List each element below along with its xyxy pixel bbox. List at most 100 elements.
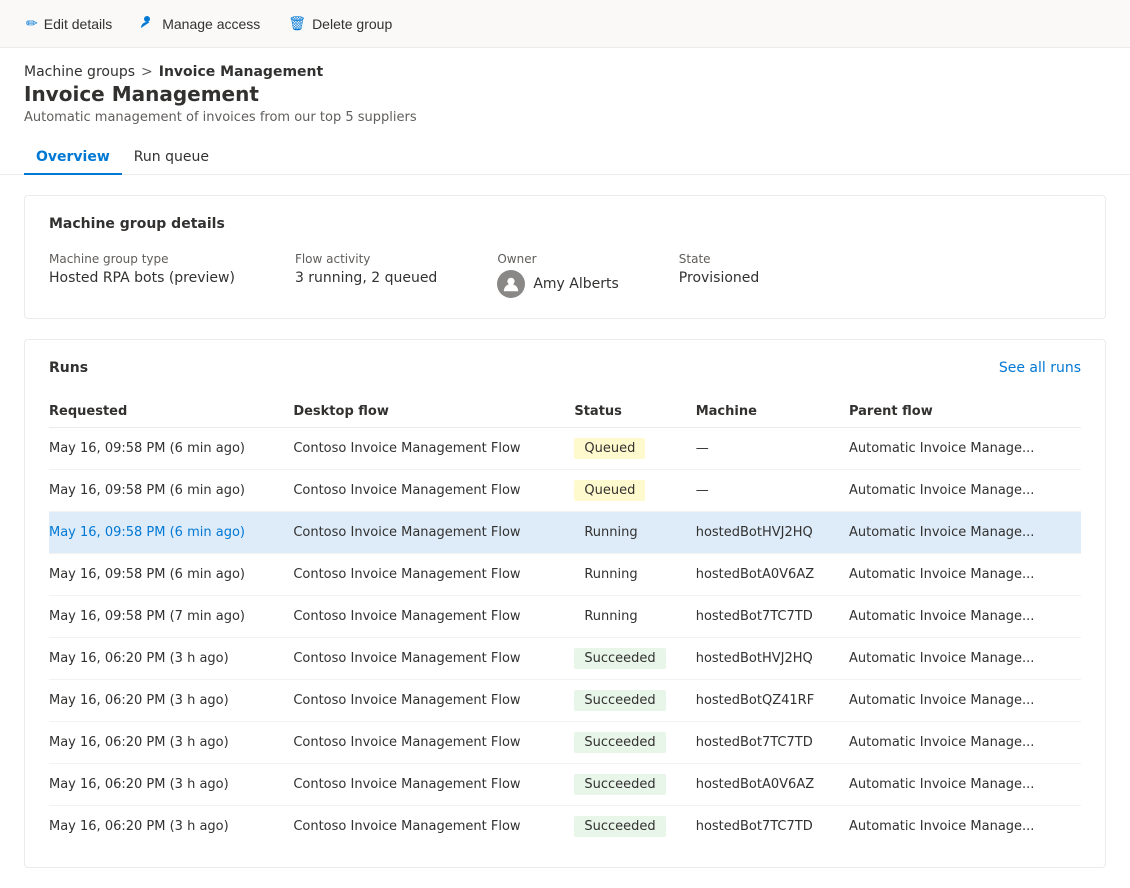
cell-status: Running	[574, 596, 695, 638]
col-status: Status	[574, 396, 695, 428]
cell-desktop-flow: Contoso Invoice Management Flow	[293, 806, 574, 848]
cell-parent-flow: Automatic Invoice Manage...	[849, 470, 1081, 512]
cell-status: Succeeded	[574, 722, 695, 764]
tab-overview[interactable]: Overview	[24, 141, 122, 175]
cell-status: Succeeded	[574, 680, 695, 722]
flow-activity-value: 3 running, 2 queued	[295, 270, 437, 286]
cell-requested: May 16, 06:20 PM (3 h ago)	[49, 638, 293, 680]
table-row[interactable]: May 16, 06:20 PM (3 h ago)Contoso Invoic…	[49, 722, 1081, 764]
owner-container: Amy Alberts	[497, 270, 618, 298]
col-parent-flow: Parent flow	[849, 396, 1081, 428]
cell-machine: hostedBotQZ41RF	[696, 680, 849, 722]
see-all-runs-link[interactable]: See all runs	[999, 360, 1081, 376]
breadcrumb-parent-link[interactable]: Machine groups	[24, 64, 135, 80]
details-state: State Provisioned	[679, 252, 760, 286]
cell-parent-flow: Automatic Invoice Manage...	[849, 596, 1081, 638]
cell-parent-flow: Automatic Invoice Manage...	[849, 512, 1081, 554]
table-row[interactable]: May 16, 06:20 PM (3 h ago)Contoso Invoic…	[49, 680, 1081, 722]
cell-machine: hostedBot7TC7TD	[696, 806, 849, 848]
state-label: State	[679, 252, 760, 266]
table-row[interactable]: May 16, 09:58 PM (6 min ago)Contoso Invo…	[49, 470, 1081, 512]
requested-link[interactable]: May 16, 09:58 PM (6 min ago)	[49, 525, 245, 540]
col-requested: Requested	[49, 396, 293, 428]
cell-parent-flow: Automatic Invoice Manage...	[849, 722, 1081, 764]
avatar	[497, 270, 525, 298]
details-owner: Owner Amy Alberts	[497, 252, 618, 298]
cell-machine: hostedBotHVJ2HQ	[696, 638, 849, 680]
table-row[interactable]: May 16, 09:58 PM (6 min ago) Contoso Invo…	[49, 512, 1081, 554]
runs-title: Runs	[49, 360, 88, 376]
table-row[interactable]: May 16, 06:20 PM (3 h ago)Contoso Invoic…	[49, 638, 1081, 680]
status-badge: Succeeded	[574, 690, 665, 711]
cell-status: Succeeded	[574, 638, 695, 680]
cell-desktop-flow: Contoso Invoice Management Flow	[293, 764, 574, 806]
page-subtitle: Automatic management of invoices from ou…	[24, 110, 1106, 125]
col-desktop-flow: Desktop flow	[293, 396, 574, 428]
runs-table: Requested Desktop flow Status Machine Pa…	[49, 396, 1081, 847]
cell-desktop-flow: Contoso Invoice Management Flow	[293, 680, 574, 722]
cell-status: Running	[574, 512, 695, 554]
status-badge: Running	[574, 606, 647, 627]
cell-machine: hostedBotA0V6AZ	[696, 554, 849, 596]
manage-access-button[interactable]: Manage access	[130, 8, 270, 39]
status-badge: Succeeded	[574, 648, 665, 669]
cell-requested: May 16, 09:58 PM (6 min ago)	[49, 470, 293, 512]
cell-parent-flow: Automatic Invoice Manage...	[849, 554, 1081, 596]
page-title: Invoice Management	[24, 82, 1106, 106]
cell-parent-flow: Automatic Invoice Manage...	[849, 680, 1081, 722]
details-flow-activity: Flow activity 3 running, 2 queued	[295, 252, 437, 286]
tab-run-queue[interactable]: Run queue	[122, 141, 221, 175]
owner-value: Amy Alberts	[533, 276, 618, 292]
manage-icon	[140, 14, 156, 33]
runs-card: Runs See all runs Requested Desktop flow…	[24, 339, 1106, 868]
cell-desktop-flow: Contoso Invoice Management Flow	[293, 470, 574, 512]
cell-status: Queued	[574, 428, 695, 470]
cell-machine: hostedBot7TC7TD	[696, 596, 849, 638]
machine-group-details-card: Machine group details Machine group type…	[24, 195, 1106, 319]
delete-label: Delete group	[312, 16, 392, 32]
col-machine: Machine	[696, 396, 849, 428]
cell-parent-flow: Automatic Invoice Manage...	[849, 806, 1081, 848]
cell-desktop-flow: Contoso Invoice Management Flow	[293, 596, 574, 638]
main-content: Machine group details Machine group type…	[0, 175, 1130, 888]
table-row[interactable]: May 16, 09:58 PM (6 min ago)Contoso Invo…	[49, 428, 1081, 470]
cell-desktop-flow: Contoso Invoice Management Flow	[293, 512, 574, 554]
manage-label: Manage access	[162, 16, 260, 32]
cell-machine: —	[696, 470, 849, 512]
cell-requested: May 16, 06:20 PM (3 h ago)	[49, 806, 293, 848]
cell-status: Succeeded	[574, 806, 695, 848]
breadcrumb-separator: >	[141, 64, 153, 80]
details-card-title: Machine group details	[49, 216, 1081, 232]
table-header-row: Requested Desktop flow Status Machine Pa…	[49, 396, 1081, 428]
cell-requested: May 16, 09:58 PM (6 min ago)	[49, 512, 293, 554]
cell-machine: hostedBot7TC7TD	[696, 722, 849, 764]
cell-parent-flow: Automatic Invoice Manage...	[849, 638, 1081, 680]
details-grid: Machine group type Hosted RPA bots (prev…	[49, 252, 1081, 298]
cell-desktop-flow: Contoso Invoice Management Flow	[293, 638, 574, 680]
status-badge: Running	[574, 564, 647, 585]
edit-details-button[interactable]: ✏ Edit details	[16, 9, 122, 38]
cell-desktop-flow: Contoso Invoice Management Flow	[293, 554, 574, 596]
cell-status: Queued	[574, 470, 695, 512]
owner-label: Owner	[497, 252, 618, 266]
state-value: Provisioned	[679, 270, 760, 286]
cell-machine: hostedBotHVJ2HQ	[696, 512, 849, 554]
table-row[interactable]: May 16, 06:20 PM (3 h ago)Contoso Invoic…	[49, 806, 1081, 848]
machine-group-type-value: Hosted RPA bots (preview)	[49, 270, 235, 286]
status-badge: Succeeded	[574, 816, 665, 837]
edit-icon: ✏	[26, 15, 38, 32]
table-row[interactable]: May 16, 09:58 PM (7 min ago)Contoso Invo…	[49, 596, 1081, 638]
page-header: Machine groups > Invoice Management Invo…	[0, 48, 1130, 125]
cell-desktop-flow: Contoso Invoice Management Flow	[293, 722, 574, 764]
flow-activity-label: Flow activity	[295, 252, 437, 266]
details-machine-group-type: Machine group type Hosted RPA bots (prev…	[49, 252, 235, 286]
status-badge: Queued	[574, 438, 645, 459]
status-badge: Succeeded	[574, 732, 665, 753]
cell-desktop-flow: Contoso Invoice Management Flow	[293, 428, 574, 470]
table-row[interactable]: May 16, 09:58 PM (6 min ago)Contoso Invo…	[49, 554, 1081, 596]
delete-group-button[interactable]: 🗑 Delete group	[278, 9, 402, 38]
breadcrumb-current: Invoice Management	[159, 64, 323, 80]
table-row[interactable]: May 16, 06:20 PM (3 h ago)Contoso Invoic…	[49, 764, 1081, 806]
status-badge: Queued	[574, 480, 645, 501]
cell-requested: May 16, 06:20 PM (3 h ago)	[49, 722, 293, 764]
